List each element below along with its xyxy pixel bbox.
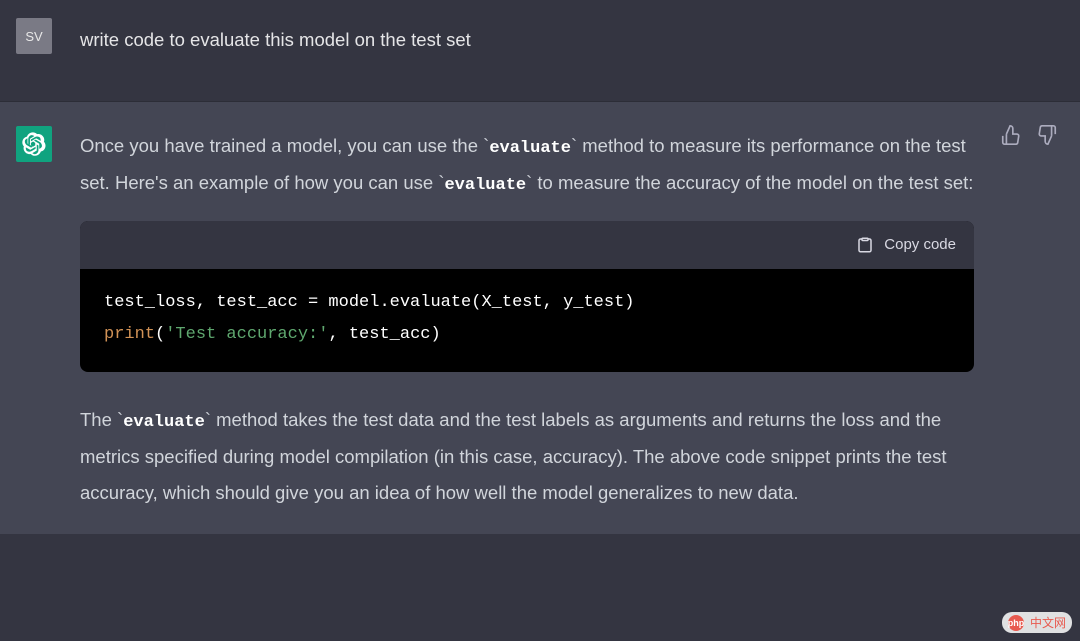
- openai-logo-icon: [22, 132, 46, 156]
- watermark-badge: php 中文网: [1002, 612, 1072, 633]
- inline-code: evaluate: [123, 413, 205, 432]
- code-block-body: test_loss, test_acc = model.evaluate(X_t…: [80, 269, 974, 372]
- assistant-message-content: Once you have trained a model, you can u…: [80, 126, 1064, 510]
- user-avatar: SV: [16, 18, 52, 54]
- watermark-logo-icon: php: [1008, 615, 1024, 631]
- feedback-buttons: [1000, 124, 1058, 146]
- watermark-text: 中文网: [1030, 614, 1066, 631]
- code-block-header: Copy code: [80, 221, 974, 270]
- text-fragment: Once you have trained a model, you can u…: [80, 135, 483, 156]
- assistant-paragraph-1: Once you have trained a model, you can u…: [80, 128, 974, 203]
- copy-code-button[interactable]: Copy code: [856, 231, 956, 260]
- code-token-function: print: [104, 325, 155, 344]
- copy-code-label: Copy code: [884, 231, 956, 260]
- code-block: Copy code test_loss, test_acc = model.ev…: [80, 221, 974, 372]
- text-fragment: to measure the accuracy of the model on …: [532, 172, 973, 193]
- assistant-paragraph-2: The `evaluate` method takes the test dat…: [80, 402, 974, 510]
- assistant-message-row: Once you have trained a model, you can u…: [0, 102, 1080, 534]
- inline-code: evaluate: [489, 139, 571, 158]
- code-token-string: 'Test accuracy:': [165, 325, 328, 344]
- thumbs-up-icon[interactable]: [1000, 124, 1022, 146]
- code-line: test_loss, test_acc = model.evaluate(X_t…: [104, 293, 635, 312]
- inline-code: evaluate: [444, 176, 526, 195]
- clipboard-icon: [856, 236, 874, 254]
- text-fragment: The: [80, 409, 117, 430]
- user-message-row: SV write code to evaluate this model on …: [0, 0, 1080, 102]
- code-token: , test_acc): [328, 325, 440, 344]
- assistant-avatar: [16, 126, 52, 162]
- thumbs-down-icon[interactable]: [1036, 124, 1058, 146]
- user-message-text: write code to evaluate this model on the…: [80, 18, 1064, 57]
- code-token: (: [155, 325, 165, 344]
